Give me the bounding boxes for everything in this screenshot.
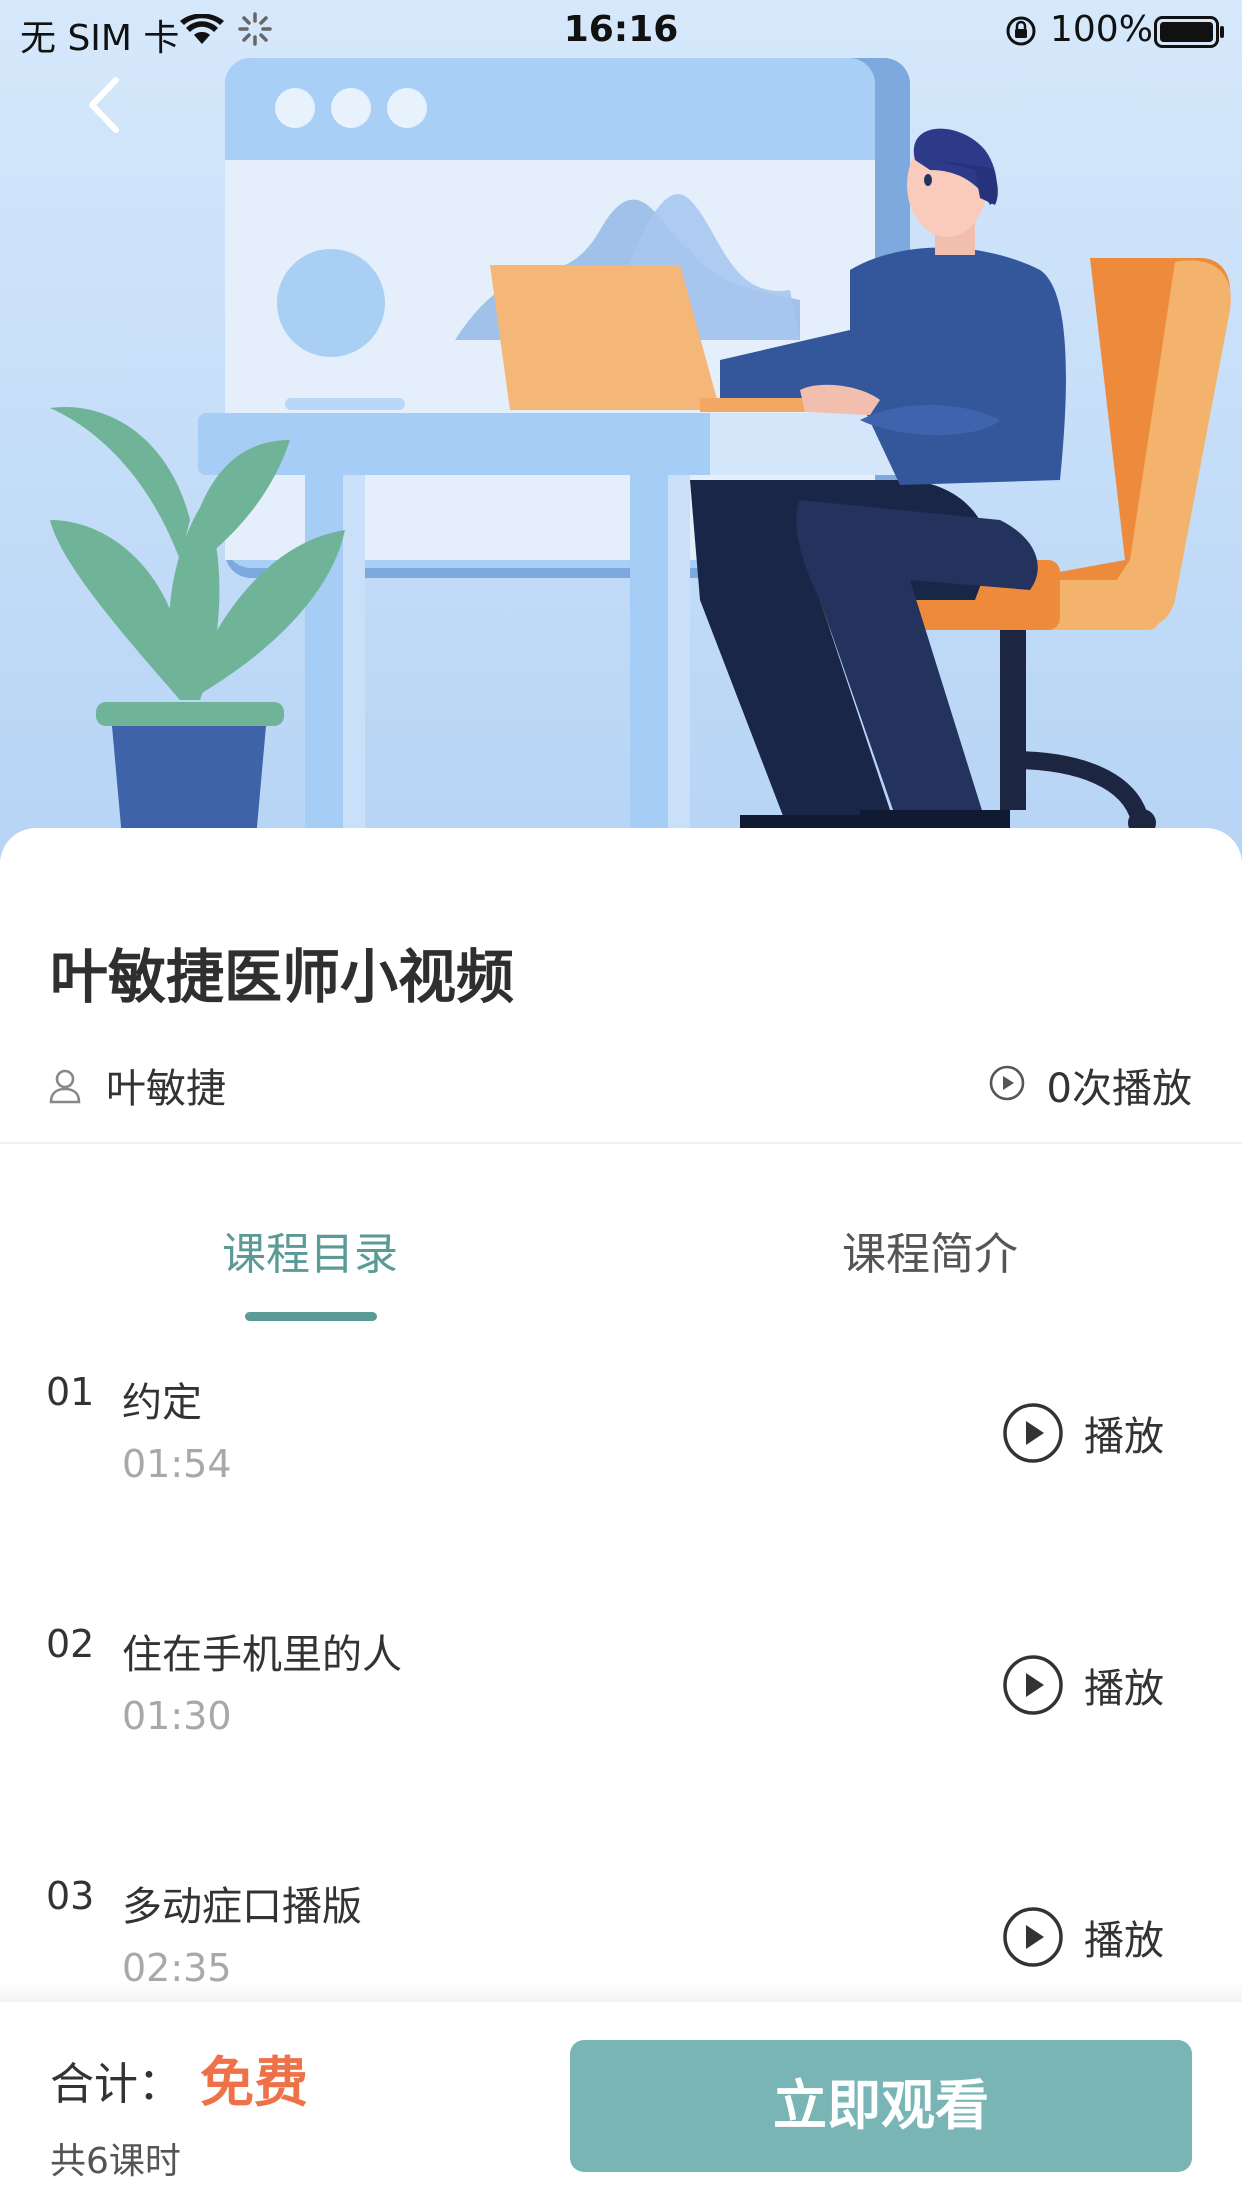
lesson-duration: 01:30	[122, 1694, 232, 1738]
author-name: 叶敏捷	[106, 1066, 226, 1112]
course-title: 叶敏捷医师小视频	[50, 943, 515, 1011]
battery-icon	[1154, 16, 1226, 57]
lesson-title: 约定	[122, 1380, 202, 1426]
bottom-bar: 合计： 免费 共6课时 立即观看	[0, 2002, 1242, 2208]
rotation-lock-icon	[1004, 14, 1038, 57]
play-button[interactable]: 播放	[1002, 1904, 1202, 1970]
lesson-number: 01	[46, 1370, 95, 1414]
play-label: 播放	[1084, 1666, 1164, 1712]
lesson-number: 02	[46, 1622, 95, 1666]
lesson-item[interactable]: 01 约定 01:54 播放	[0, 1370, 1242, 1570]
back-button[interactable]	[80, 70, 130, 140]
lesson-item[interactable]: 02 住在手机里的人 01:30 播放	[0, 1622, 1242, 1822]
play-button[interactable]: 播放	[1002, 1652, 1202, 1718]
play-label: 播放	[1084, 1414, 1164, 1460]
chevron-left-icon	[89, 77, 119, 133]
play-label: 播放	[1084, 1918, 1164, 1964]
tab-intro[interactable]: 课程简介	[842, 1218, 1018, 1282]
lesson-title: 住在手机里的人	[122, 1632, 402, 1678]
active-tab-indicator	[245, 1312, 377, 1321]
watch-now-button[interactable]: 立即观看	[570, 2040, 1192, 2172]
price: 免费	[200, 2051, 308, 2114]
lesson-duration: 01:54	[122, 1442, 232, 1486]
battery-percent: 100%	[1050, 9, 1153, 50]
play-count-icon	[988, 1064, 1026, 1106]
play-count: 0次播放	[1046, 1066, 1192, 1112]
tab-catalog[interactable]: 课程目录	[222, 1218, 398, 1282]
play-circle-icon	[1003, 1403, 1063, 1463]
total-label: 合计：	[50, 2059, 182, 2110]
lesson-title: 多动症口播版	[122, 1884, 362, 1930]
lesson-count: 共6课时	[50, 2141, 181, 2182]
section-divider	[0, 1142, 1242, 1144]
hero-illustration	[0, 0, 1242, 860]
status-bar: 无 SIM 卡 16:16 100%	[0, 0, 1242, 62]
person-icon	[48, 1068, 82, 1108]
desk-worker-illustration	[50, 58, 1231, 860]
bottom-bar-shadow	[0, 1980, 1242, 2004]
play-circle-icon	[1003, 1655, 1063, 1715]
lesson-number: 03	[46, 1874, 95, 1918]
course-meta-row: 叶敏捷 0次播放	[0, 1050, 1242, 1112]
play-circle-icon	[1003, 1907, 1063, 1967]
play-button[interactable]: 播放	[1002, 1400, 1202, 1466]
